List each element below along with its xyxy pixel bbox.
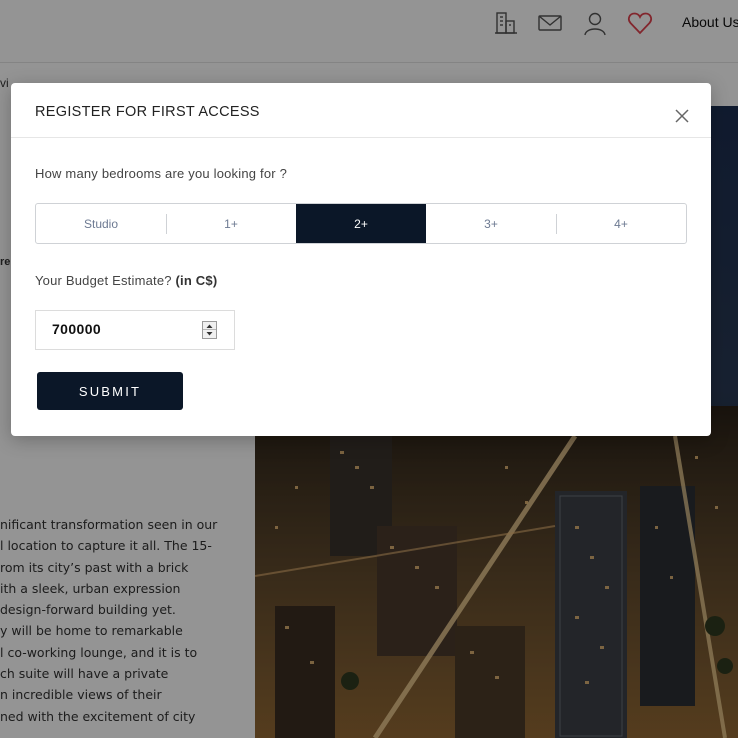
budget-stepper[interactable]	[202, 321, 217, 339]
modal-title: REGISTER FOR FIRST ACCESS	[35, 104, 260, 120]
bedroom-option-studio[interactable]: Studio	[36, 204, 166, 243]
close-icon[interactable]	[673, 107, 691, 125]
register-modal: REGISTER FOR FIRST ACCESS How many bedro…	[11, 83, 711, 436]
bedroom-selector: Studio 1+ 2+ 3+ 4+	[35, 203, 687, 244]
budget-label: Your Budget Estimate? (in C$)	[35, 273, 217, 288]
bedrooms-question: How many bedrooms are you looking for ?	[35, 166, 288, 181]
modal-header: REGISTER FOR FIRST ACCESS	[11, 83, 711, 138]
bedroom-option-1plus[interactable]: 1+	[166, 204, 296, 243]
budget-unit: (in C$)	[175, 273, 218, 288]
budget-input[interactable]: 700000	[35, 310, 235, 350]
budget-label-text: Your Budget Estimate?	[35, 273, 172, 288]
budget-value[interactable]: 700000	[52, 321, 101, 337]
submit-button[interactable]: SUBMIT	[37, 372, 183, 410]
bedroom-option-2plus[interactable]: 2+	[296, 204, 426, 243]
stepper-up-icon[interactable]	[203, 322, 216, 330]
bedroom-option-4plus[interactable]: 4+	[556, 204, 686, 243]
bedroom-option-3plus[interactable]: 3+	[426, 204, 556, 243]
stepper-down-icon[interactable]	[203, 330, 216, 338]
